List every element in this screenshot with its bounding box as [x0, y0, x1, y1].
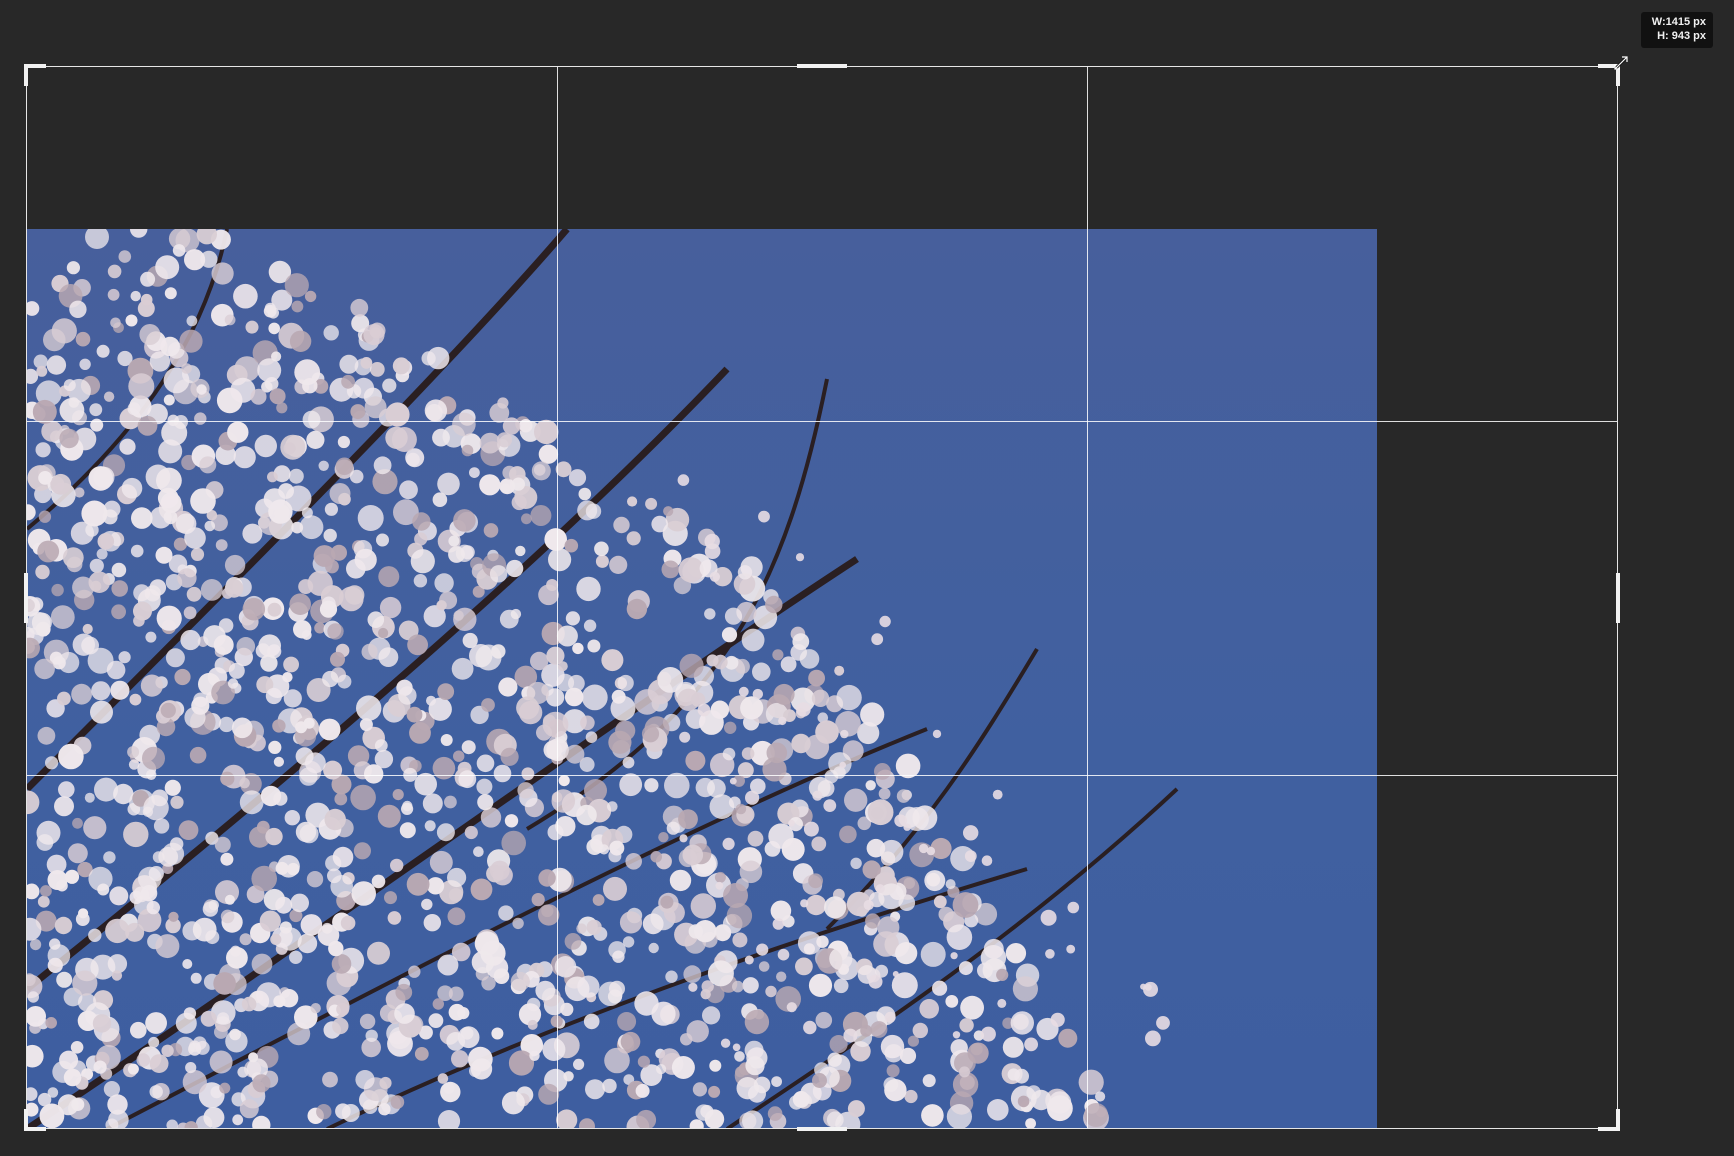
diagonal-resize-cursor-icon [1613, 55, 1629, 71]
crop-handle-top[interactable] [797, 64, 847, 68]
crop-handle-top-left[interactable] [24, 64, 46, 86]
crop-handle-left[interactable] [24, 572, 28, 623]
grid-line-horizontal-2 [27, 775, 1617, 776]
grid-line-vertical-1 [557, 67, 558, 1128]
crop-handle-bottom[interactable] [797, 1127, 847, 1131]
grid-line-vertical-2 [1087, 67, 1088, 1128]
height-readout: H: 943 px [1657, 30, 1706, 42]
crop-handle-bottom-left[interactable] [24, 1109, 46, 1131]
grid-line-horizontal-1 [27, 421, 1617, 422]
crop-handle-right[interactable] [1616, 572, 1620, 623]
crop-frame[interactable] [24, 64, 1620, 1131]
workspace-canvas[interactable]: W:1415 px H: 943 px [0, 0, 1734, 1156]
width-readout: W:1415 px [1651, 16, 1706, 28]
crop-handle-bottom-right[interactable] [1598, 1109, 1620, 1131]
crop-size-readout: W:1415 px H: 943 px [1641, 12, 1713, 48]
